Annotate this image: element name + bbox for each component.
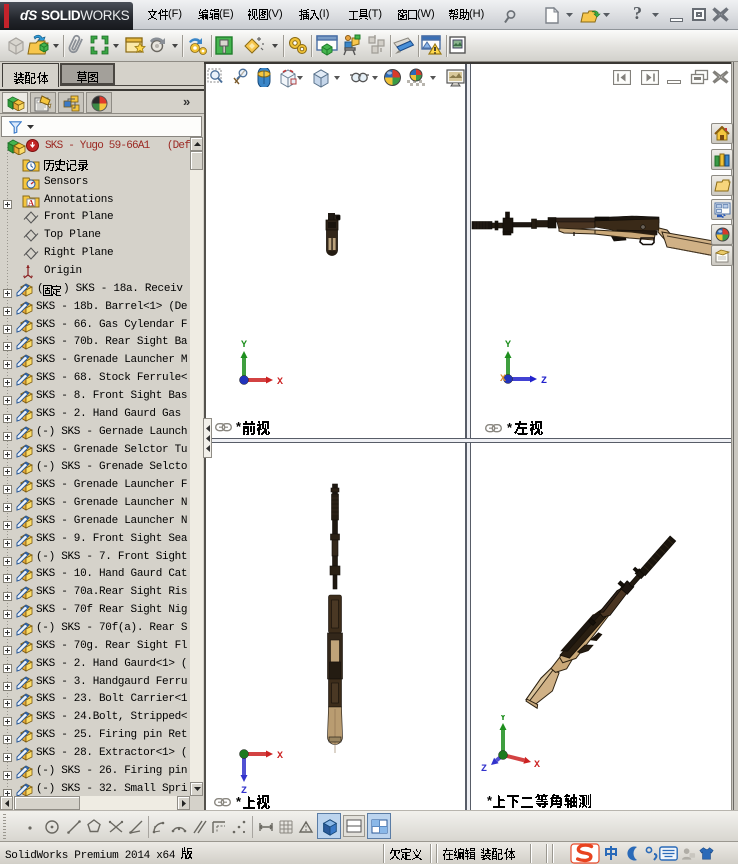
svg-text:X: X — [277, 751, 283, 762]
svg-text:Z: Z — [541, 376, 547, 387]
svg-text:A: A — [28, 198, 34, 207]
svg-text:Z: Z — [481, 764, 487, 775]
svg-text:Z: Z — [241, 786, 247, 794]
svg-text:Y: Y — [505, 340, 511, 351]
svg-text:Y: Y — [500, 715, 506, 724]
svg-text:X: X — [534, 760, 540, 771]
svg-text:Y: Y — [241, 340, 247, 351]
svg-text:X: X — [277, 377, 283, 388]
